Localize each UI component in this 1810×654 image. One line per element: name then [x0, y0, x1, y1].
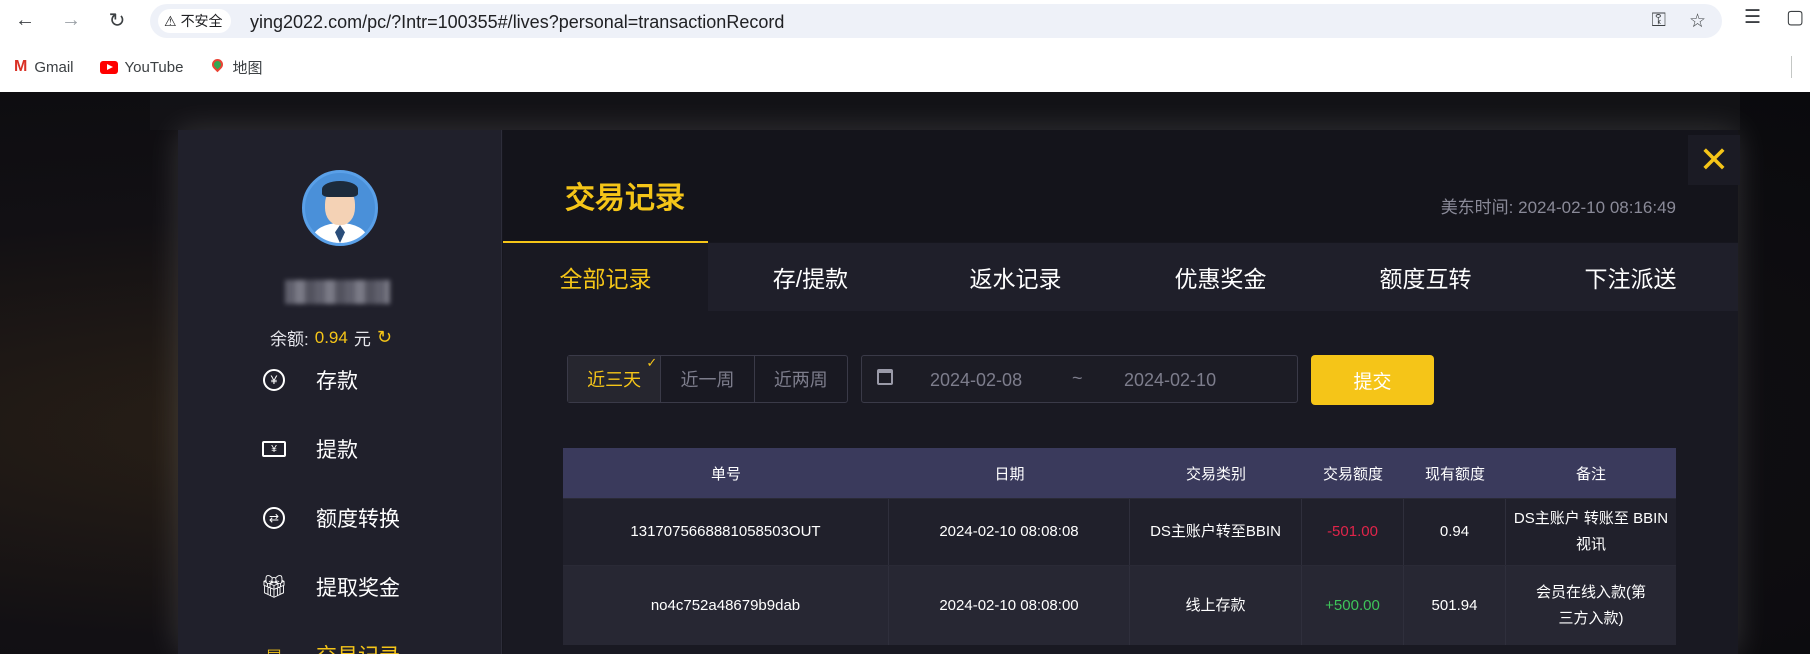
browser-chrome: ← → ↻ ⚠ 不安全 ying2022.com/pc/?Intr=100355…: [0, 0, 1810, 92]
sidebar-item-deposit[interactable]: ¥ 存款: [262, 365, 358, 395]
tab-rebate[interactable]: 返水记录: [913, 243, 1118, 311]
sidebar-item-label: 提取奖金: [316, 577, 400, 600]
date-separator: ~: [1072, 368, 1083, 388]
security-label: 不安全: [180, 13, 223, 29]
side-panel-icon[interactable]: ▢: [1786, 6, 1804, 29]
tab-promotion[interactable]: 优惠奖金: [1118, 243, 1323, 311]
balance-unit: 元: [353, 330, 371, 349]
forward-arrow-icon[interactable]: →: [56, 6, 86, 34]
bookmarks-divider: [1791, 56, 1792, 78]
transaction-table: 单号 日期 交易类别 交易额度 现有额度 备注 1317075668881058…: [563, 448, 1676, 645]
tab-bet-bonus[interactable]: 下注派送: [1528, 243, 1733, 311]
bookmark-maps[interactable]: 地图: [209, 56, 263, 78]
content-header: [503, 130, 1738, 242]
table-row: 1317075668881058503OUT 2024-02-10 08:08:…: [563, 498, 1676, 565]
maps-icon: [209, 56, 226, 75]
cell-note: 会员在线入款(第三方入款): [1536, 583, 1646, 627]
cell-order-id: 1317075668881058503OUT: [563, 499, 889, 565]
cell-date: 2024-02-10 08:08:08: [889, 499, 1130, 565]
cell-date: 2024-02-10 08:08:00: [889, 566, 1130, 645]
reload-icon[interactable]: ↻: [102, 6, 132, 34]
key-icon[interactable]: ⚿: [1652, 10, 1666, 32]
gmail-icon: M: [14, 58, 28, 75]
gift-icon: 🎁︎: [260, 574, 288, 599]
record-tabs: 全部记录 存/提款 返水记录 优惠奖金 额度互转 下注派送: [503, 243, 1738, 311]
cell-amount: -501.00: [1302, 499, 1404, 565]
balance-value: 0.94: [314, 327, 348, 347]
submit-button[interactable]: 提交: [1311, 355, 1434, 405]
column-header: 现有额度: [1424, 465, 1485, 483]
cell-amount: +500.00: [1302, 566, 1404, 645]
bookmarks-bar: M Gmail YouTube 地图: [0, 50, 1810, 84]
column-header: 交易额度: [1322, 465, 1383, 483]
sidebar-item-bonus[interactable]: 🎁︎ 提取奖金: [260, 572, 400, 602]
background-strip: [150, 92, 1740, 130]
close-icon[interactable]: ✕: [1688, 135, 1740, 185]
sidebar-item-records[interactable]: ▤ 交易记录: [262, 640, 400, 654]
security-chip[interactable]: ⚠ 不安全: [158, 9, 231, 33]
tab-deposit-withdraw[interactable]: 存/提款: [708, 243, 913, 311]
sidebar-item-withdraw[interactable]: ¥ 提款: [262, 434, 358, 464]
calendar-icon: [877, 369, 893, 385]
withdraw-icon: ¥: [262, 437, 286, 461]
star-icon[interactable]: ☆: [1689, 10, 1706, 33]
cell-note: DS主账户 转账至 BBIN视讯: [1513, 510, 1669, 553]
username-blurred: [285, 280, 390, 304]
table-row: no4c752a48679b9dab 2024-02-10 08:08:00 线…: [563, 565, 1676, 645]
tab-all-records[interactable]: 全部记录: [503, 243, 708, 311]
date-end[interactable]: 2024-02-10: [1124, 370, 1216, 391]
sidebar-item-label: 提款: [316, 439, 358, 462]
range-2-weeks[interactable]: 近两周: [755, 356, 847, 402]
column-header: 日期: [994, 465, 1025, 483]
cell-balance: 0.94: [1404, 499, 1506, 565]
sidebar-item-label: 额度转换: [316, 508, 400, 531]
tab-transfer[interactable]: 额度互转: [1323, 243, 1528, 311]
sidebar-item-label: 交易记录: [316, 640, 400, 654]
record-icon: ▤: [262, 643, 286, 654]
bookmark-gmail[interactable]: M Gmail: [14, 58, 74, 76]
bookmark-label: Gmail: [34, 58, 74, 76]
avatar: [302, 170, 378, 246]
cell-balance: 501.94: [1404, 566, 1506, 645]
deposit-icon: ¥: [262, 368, 286, 392]
range-3-days[interactable]: 近三天: [568, 355, 662, 402]
cell-type: 线上存款: [1130, 566, 1302, 645]
balance-display: 余额: 0.94 元 ↻: [270, 325, 392, 350]
bookmark-label: 地图: [232, 59, 263, 77]
bookmark-label: YouTube: [124, 58, 184, 76]
date-range-picker[interactable]: 2024-02-08 ~ 2024-02-10: [861, 355, 1298, 403]
column-header: 单号: [710, 465, 741, 483]
page-title: 交易记录: [565, 182, 685, 215]
warning-icon: ⚠: [164, 12, 177, 29]
balance-label: 余额:: [270, 330, 309, 349]
back-arrow-icon[interactable]: ←: [10, 6, 40, 34]
transfer-icon: ⇄: [262, 506, 286, 530]
range-1-week[interactable]: 近一周: [661, 356, 755, 402]
column-header: 备注: [1575, 465, 1606, 483]
address-bar[interactable]: ⚠ 不安全 ying2022.com/pc/?Intr=100355#/live…: [150, 4, 1722, 38]
reading-list-icon[interactable]: ☰: [1744, 6, 1761, 29]
refresh-icon[interactable]: ↻: [377, 327, 392, 348]
range-selector: 近三天 近一周 近两周: [567, 355, 848, 403]
cell-order-id: no4c752a48679b9dab: [563, 566, 889, 645]
date-start[interactable]: 2024-02-08: [930, 370, 1022, 391]
eastern-time-clock: 美东时间: 2024-02-10 08:16:49: [1440, 198, 1676, 217]
sidebar-item-label: 存款: [316, 370, 358, 393]
youtube-icon: [99, 60, 118, 74]
url-text[interactable]: ying2022.com/pc/?Intr=100355#/lives?pers…: [250, 12, 784, 33]
bookmark-youtube[interactable]: YouTube: [99, 58, 184, 76]
cell-type: DS主账户转至BBIN: [1130, 499, 1302, 565]
sidebar-item-transfer[interactable]: ⇄ 额度转换: [262, 503, 400, 533]
table-header: 单号 日期 交易类别 交易额度 现有额度 备注: [563, 448, 1676, 498]
column-header: 交易类别: [1185, 465, 1246, 483]
